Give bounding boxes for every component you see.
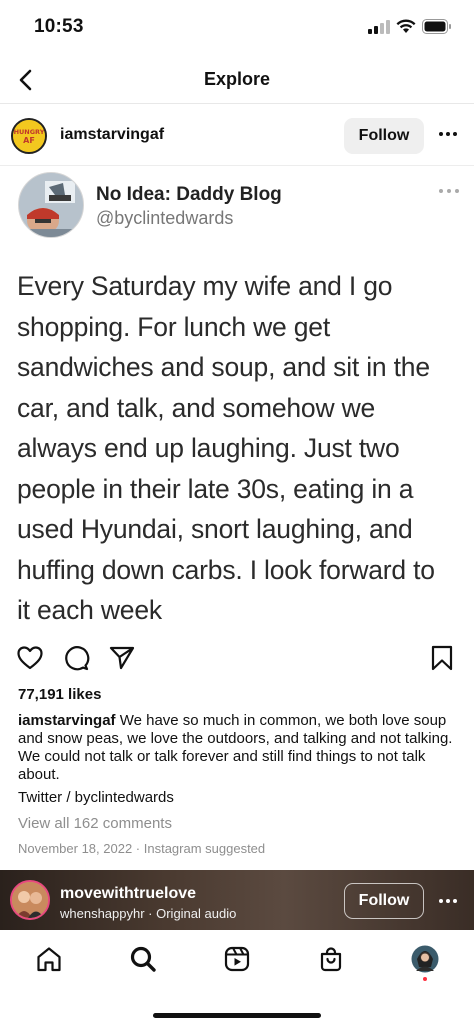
- like-button[interactable]: [16, 644, 44, 672]
- reels-icon: [224, 946, 250, 972]
- post-caption: iamstarvingaf We have so much in common,…: [18, 712, 460, 784]
- bottom-tab-bar: [0, 930, 474, 1025]
- tweet-text-line: Every Saturday my wife and I go: [17, 271, 393, 301]
- battery-icon: [422, 19, 451, 34]
- caption-username[interactable]: iamstarvingaf: [18, 712, 116, 729]
- reel-more-button[interactable]: [436, 890, 460, 912]
- hungry-af-logo: HUNGRY AF: [13, 120, 45, 152]
- post-header: HUNGRY AF iamstarvingaf Follow: [0, 106, 474, 166]
- reel-preview[interactable]: movewithtruelove whenshappyhr · Original…: [0, 870, 474, 930]
- wifi-icon: [396, 19, 416, 33]
- tweet-text-line: sandwiches and soup, and sit in the: [17, 352, 430, 382]
- post-avatar[interactable]: HUNGRY AF: [11, 118, 47, 154]
- reel-audio[interactable]: whenshappyhr · Original audio: [60, 906, 236, 921]
- tweet-avatar-photo: [19, 173, 83, 237]
- comment-icon: [65, 646, 90, 671]
- home-icon: [37, 947, 61, 972]
- svg-text:HUNGRY: HUNGRY: [14, 128, 45, 136]
- more-horizontal-icon: [439, 899, 457, 903]
- comment-button[interactable]: [62, 644, 90, 672]
- tab-shop[interactable]: [316, 944, 346, 974]
- tweet-text-line: people in their late 30s, eating in a: [17, 473, 414, 504]
- more-horizontal-icon: [439, 132, 457, 136]
- tweet-text-line: always end up laughing. Just two: [17, 433, 400, 463]
- heart-icon: [17, 646, 43, 670]
- svg-text:AF: AF: [23, 136, 35, 145]
- search-icon: [130, 946, 156, 972]
- tweet-text-line: used Hyundai, snort laughing, and: [17, 514, 413, 544]
- status-time: 10:53: [34, 16, 84, 37]
- home-indicator: [153, 1013, 321, 1018]
- tweet-text-line: huffing down carbs. I look forward to: [17, 554, 435, 585]
- reel-username[interactable]: movewithtruelove: [60, 885, 196, 903]
- profile-notification-dot: [423, 977, 427, 981]
- tweet-text: Every Saturday my wife and I go shopping…: [17, 266, 457, 631]
- tweet-text-line: shopping. For lunch we get: [17, 311, 330, 342]
- likes-count[interactable]: 77,191 likes: [18, 686, 101, 703]
- view-comments-link[interactable]: View all 162 comments: [18, 815, 172, 832]
- post-image-tweet[interactable]: No Idea: Daddy Blog @byclintedwards Ever…: [0, 166, 474, 636]
- tweet-avatar: [18, 172, 84, 238]
- reel-follow-button[interactable]: Follow: [344, 883, 424, 919]
- post-actions: [0, 644, 474, 674]
- shop-icon: [320, 947, 342, 972]
- post-date: November 18, 2022 · Instagram suggested: [18, 841, 266, 856]
- send-icon: [109, 646, 135, 670]
- tab-search[interactable]: [128, 944, 158, 974]
- tab-profile[interactable]: [410, 944, 440, 974]
- post-username[interactable]: iamstarvingaf: [60, 126, 164, 144]
- reel-avatar-photo: [12, 882, 48, 918]
- tab-reels[interactable]: [222, 944, 252, 974]
- nav-bar: Explore: [0, 56, 474, 104]
- profile-avatar: [411, 945, 439, 973]
- share-button[interactable]: [108, 644, 136, 672]
- tweet-text-line: car, and talk, and somehow we: [17, 392, 376, 423]
- signal-icon: [368, 19, 390, 34]
- reel-avatar[interactable]: [10, 880, 50, 920]
- follow-button[interactable]: Follow: [344, 118, 424, 154]
- more-options-button[interactable]: [436, 122, 460, 146]
- caption-credit: Twitter / byclintedwards: [18, 789, 174, 806]
- tweet-text-line: it each week: [17, 595, 162, 625]
- bookmark-icon: [431, 645, 453, 671]
- status-bar: 10:53: [0, 0, 474, 56]
- save-button[interactable]: [428, 644, 456, 672]
- tweet-author-handle: @byclintedwards: [96, 208, 234, 228]
- tweet-author-name: No Idea: Daddy Blog: [96, 184, 282, 205]
- page-title: Explore: [203, 69, 271, 89]
- tab-home[interactable]: [34, 944, 64, 974]
- tweet-more-icon: [439, 189, 459, 193]
- status-icons: [368, 19, 452, 34]
